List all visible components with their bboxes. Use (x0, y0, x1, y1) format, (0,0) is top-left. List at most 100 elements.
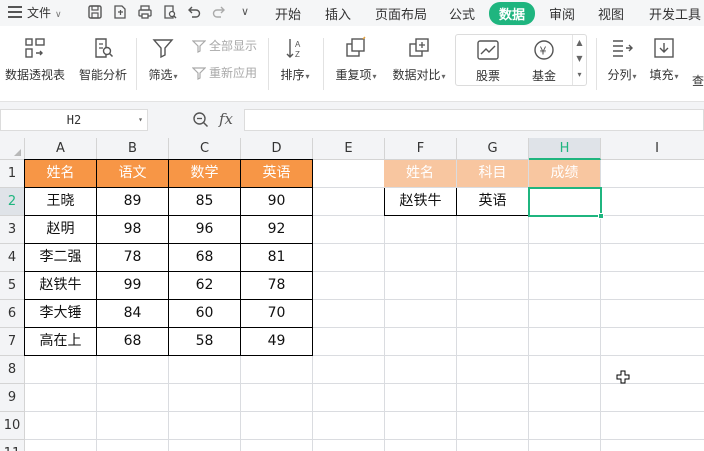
grid-cell[interactable] (457, 244, 529, 272)
table1-data-cell[interactable]: 60 (169, 300, 241, 328)
grid-cell[interactable] (529, 272, 601, 300)
grid-cell[interactable] (313, 216, 385, 244)
grid-cell[interactable] (241, 440, 313, 451)
stock-button[interactable]: 股票 (470, 39, 506, 84)
table1-header-cell[interactable]: 姓名 (24, 159, 97, 188)
print-preview-icon[interactable] (161, 3, 179, 21)
grid-cell[interactable] (241, 384, 313, 412)
grid-cell[interactable] (601, 244, 704, 272)
table1-data-cell[interactable]: 92 (241, 216, 313, 244)
grid-cell[interactable] (313, 272, 385, 300)
table1-data-cell[interactable]: 90 (241, 188, 313, 216)
table1-data-cell[interactable]: 58 (169, 328, 241, 356)
formula-input[interactable] (244, 109, 704, 131)
grid-cell[interactable] (169, 440, 241, 451)
grid-cell[interactable] (385, 300, 457, 328)
tab-developer[interactable]: 开发工具 (649, 4, 701, 23)
export-pdf-icon[interactable] (111, 3, 129, 21)
tab-review[interactable]: 审阅 (549, 4, 575, 23)
duplicates-button[interactable]: 重复项▾ (332, 36, 380, 83)
gallery-scroll[interactable]: ▲ ▼ ▾ (572, 35, 586, 85)
tab-data[interactable]: 数据 (489, 2, 536, 25)
row-header-2[interactable]: 2 (0, 188, 25, 216)
table1-data-cell[interactable]: 李大锤 (24, 300, 97, 328)
grid-cell[interactable] (25, 440, 97, 451)
grid-cell[interactable] (97, 440, 169, 451)
name-box[interactable]: H2 ▾ (0, 109, 148, 131)
grid-cell[interactable] (313, 328, 385, 356)
table1-data-cell[interactable]: 98 (97, 216, 169, 244)
table2-header-cell[interactable]: 姓名 (384, 160, 457, 188)
grid-cell[interactable] (313, 356, 385, 384)
grid-cell[interactable] (601, 188, 704, 216)
table1-data-cell[interactable]: 89 (97, 188, 169, 216)
fill-button[interactable]: 填充▾ (646, 36, 682, 83)
scroll-up-icon[interactable]: ▲ (573, 35, 586, 51)
scroll-down-icon[interactable]: ▼ (573, 51, 586, 67)
tab-insert[interactable]: 插入 (325, 4, 351, 23)
grid-cell[interactable] (457, 440, 529, 451)
grid-cell[interactable] (97, 384, 169, 412)
grid-cell[interactable] (601, 272, 704, 300)
grid-cell[interactable] (457, 300, 529, 328)
grid-cell[interactable] (385, 384, 457, 412)
table1-data-cell[interactable]: 84 (97, 300, 169, 328)
table1-data-cell[interactable]: 70 (241, 300, 313, 328)
grid-cell[interactable] (385, 216, 457, 244)
tab-view[interactable]: 视图 (598, 4, 624, 23)
grid-cell[interactable] (601, 384, 704, 412)
column-header-f[interactable]: F (385, 138, 457, 160)
table1-data-cell[interactable]: 99 (97, 272, 169, 300)
table1-header-cell[interactable]: 英语 (241, 159, 313, 188)
grid-cell[interactable] (25, 412, 97, 440)
table2-data-cell[interactable]: 赵铁牛 (384, 188, 457, 216)
grid-cell[interactable] (457, 272, 529, 300)
split-column-button[interactable]: 分列▾ (604, 36, 640, 83)
row-header-10[interactable]: 10 (0, 412, 25, 440)
print-icon[interactable] (136, 3, 154, 21)
grid-cell[interactable] (457, 356, 529, 384)
grid-cell[interactable] (529, 440, 601, 451)
grid-cell[interactable] (313, 300, 385, 328)
row-header-7[interactable]: 7 (0, 328, 25, 356)
grid-cell[interactable] (385, 356, 457, 384)
grid-cell[interactable] (385, 412, 457, 440)
grid-cell[interactable] (601, 328, 704, 356)
row-header-4[interactable]: 4 (0, 244, 25, 272)
hamburger-menu-icon[interactable] (8, 6, 22, 18)
column-header-a[interactable]: A (25, 138, 97, 160)
row-header-9[interactable]: 9 (0, 384, 25, 412)
table1-data-cell[interactable]: 81 (241, 244, 313, 272)
table1-data-cell[interactable]: 78 (97, 244, 169, 272)
grid-cell[interactable] (385, 328, 457, 356)
grid-cell[interactable] (601, 440, 704, 451)
table1-data-cell[interactable]: 49 (241, 328, 313, 356)
column-header-i[interactable]: I (601, 138, 704, 160)
pivot-table-button[interactable]: 数据透视表 (4, 36, 66, 83)
table1-data-cell[interactable]: 高在上 (24, 328, 97, 356)
fill-handle[interactable] (598, 213, 604, 219)
column-header-d[interactable]: D (241, 138, 313, 160)
grid-cell[interactable] (601, 300, 704, 328)
tab-start[interactable]: 开始 (275, 4, 301, 23)
select-all-corner[interactable] (0, 138, 25, 160)
table1-data-cell[interactable]: 赵明 (24, 216, 97, 244)
sort-button[interactable]: AZ 排序▾ (276, 36, 314, 83)
grid-cell[interactable] (457, 216, 529, 244)
row-header-3[interactable]: 3 (0, 216, 25, 244)
row-header-11[interactable]: 11 (0, 440, 25, 451)
show-all-button[interactable]: 全部显示 (191, 37, 257, 54)
table1-header-cell[interactable]: 语文 (97, 159, 169, 188)
grid-cell[interactable] (313, 412, 385, 440)
fx-icon[interactable]: fx (219, 110, 233, 128)
grid-cell[interactable] (601, 160, 704, 188)
table1-header-cell[interactable]: 数学 (169, 159, 241, 188)
grid-cell[interactable] (457, 328, 529, 356)
grid-cell[interactable] (385, 244, 457, 272)
grid-cell[interactable] (529, 328, 601, 356)
grid-cell[interactable] (529, 356, 601, 384)
grid-cell[interactable] (313, 160, 385, 188)
grid-cell[interactable] (601, 412, 704, 440)
tab-page-layout[interactable]: 页面布局 (375, 4, 427, 23)
save-icon[interactable] (86, 3, 104, 21)
